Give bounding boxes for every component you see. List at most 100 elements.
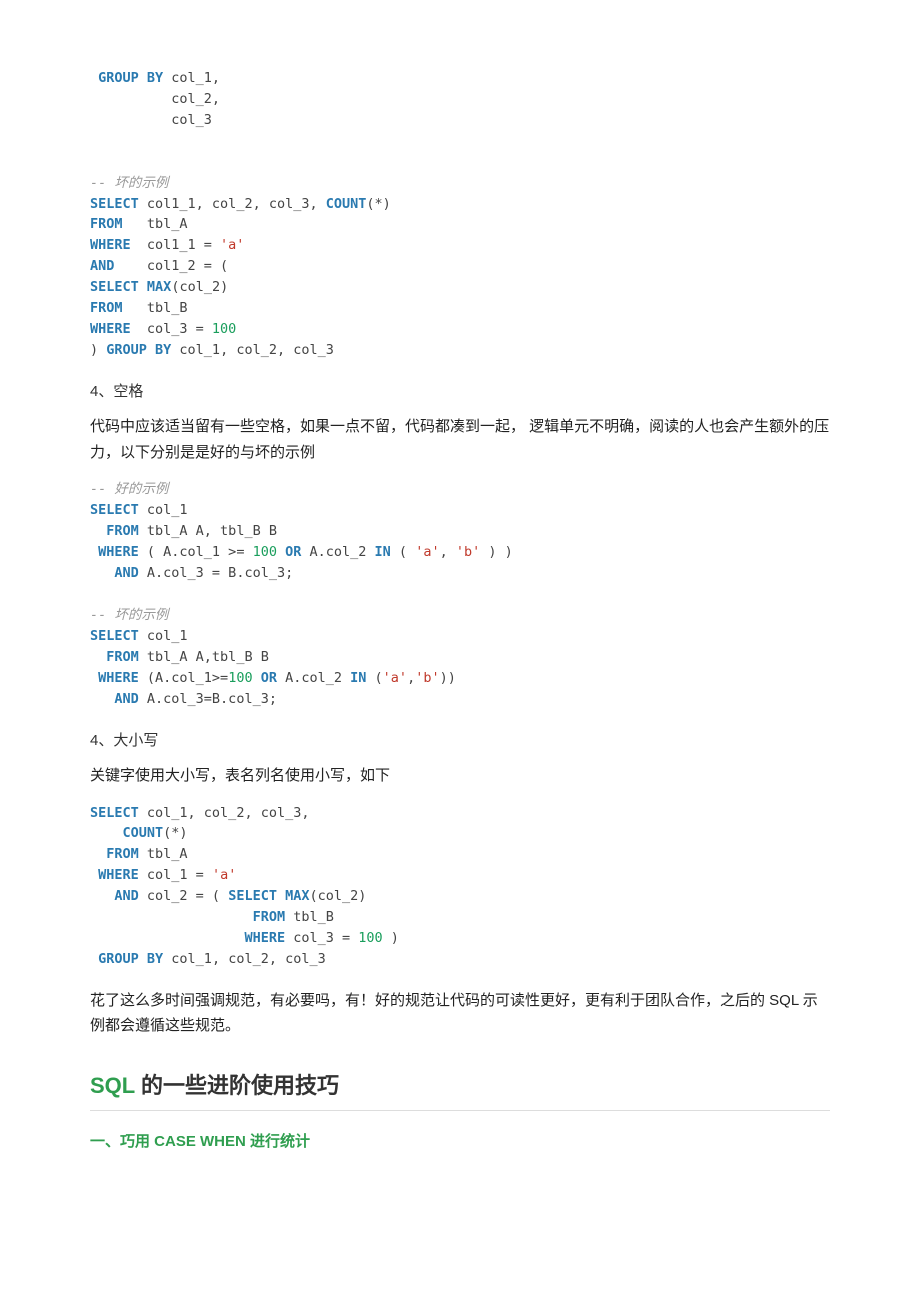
kw: IN: [350, 670, 366, 686]
kw: WHERE: [98, 670, 139, 686]
code-text: A.col_3=B.col_3;: [139, 691, 277, 707]
sp: [277, 888, 285, 904]
code-text: col1_2 = (: [114, 258, 228, 274]
kw: FROM: [106, 649, 139, 665]
code-text: col_3 =: [131, 321, 212, 337]
kw: FROM: [90, 300, 123, 316]
sp: [90, 888, 114, 904]
code-text: (col_2): [171, 279, 228, 295]
code-text: (*): [366, 196, 390, 212]
code-text: col_2,: [90, 91, 220, 107]
paragraph-case: 关键字使用大小写，表名列名使用小写，如下: [90, 763, 830, 789]
kw: FROM: [106, 523, 139, 539]
code-text: ( A.col_1 >=: [139, 544, 253, 560]
code-text: A.col_2: [301, 544, 374, 560]
code-text: )): [440, 670, 456, 686]
sp: [90, 565, 114, 581]
sp: [90, 867, 98, 883]
kw: SELECT: [90, 196, 139, 212]
string: 'a': [383, 670, 407, 686]
kw: WHERE: [90, 237, 131, 253]
kw: AND: [90, 258, 114, 274]
kw: AND: [114, 888, 138, 904]
paragraph-spaces: 代码中应该适当留有一些空格，如果一点不留，代码都凑到一起， 逻辑单元不明确，阅读…: [90, 414, 830, 465]
kw: MAX: [147, 279, 171, 295]
string: 'b': [456, 544, 480, 560]
code-text: (A.col_1>=: [139, 670, 228, 686]
sp: [90, 649, 106, 665]
subsection-case-when: 一、巧用 CASE WHEN 进行统计: [90, 1129, 830, 1155]
code-text: ,: [407, 670, 415, 686]
kw: SELECT: [90, 502, 139, 518]
sp: [90, 670, 98, 686]
comment: -- 坏的示例: [90, 607, 168, 623]
comment: -- 好的示例: [90, 481, 168, 497]
sp: [277, 544, 285, 560]
code-text: A.col_3 = B.col_3;: [139, 565, 293, 581]
code-text: col_1: [139, 502, 188, 518]
code-block-1: GROUP BY col_1, col_2, col_3 -- 坏的示例 SEL…: [90, 68, 830, 361]
heading-accent: SQL: [90, 1073, 141, 1098]
kw: GROUP BY: [98, 951, 163, 967]
string: 'a': [212, 867, 236, 883]
code-text: col_3 =: [285, 930, 358, 946]
kw: WHERE: [98, 867, 139, 883]
sp: [90, 846, 106, 862]
kw: IN: [375, 544, 391, 560]
code-text: col_1, col_2, col_3,: [139, 805, 310, 821]
kw: GROUP BY: [90, 70, 163, 86]
code-text: ): [383, 930, 399, 946]
sp: [90, 909, 253, 925]
kw: COUNT: [123, 825, 164, 841]
kw: FROM: [90, 216, 123, 232]
kw: OR: [285, 544, 301, 560]
string: 'a': [220, 237, 244, 253]
code-text: tbl_A: [123, 216, 188, 232]
sp: [90, 930, 244, 946]
sp: [139, 279, 147, 295]
number: 100: [253, 544, 277, 560]
sp: [90, 825, 123, 841]
code-text: (col_2): [310, 888, 367, 904]
code-text: col_2 = (: [139, 888, 228, 904]
code-text: tbl_B: [123, 300, 188, 316]
sp: [90, 523, 106, 539]
kw: WHERE: [98, 544, 139, 560]
code-text: col_1, col_2, col_3: [171, 342, 334, 358]
comment: -- 坏的示例: [90, 175, 168, 191]
kw: MAX: [285, 888, 309, 904]
code-block-2: -- 好的示例 SELECT col_1 FROM tbl_A A, tbl_B…: [90, 479, 830, 709]
number: 100: [228, 670, 252, 686]
subheading-case: 4、大小写: [90, 728, 830, 754]
kw: OR: [261, 670, 277, 686]
sp: [253, 670, 261, 686]
code-text: col1_1 =: [131, 237, 220, 253]
kw: FROM: [106, 846, 139, 862]
number: 100: [212, 321, 236, 337]
code-text: ) ): [480, 544, 513, 560]
code-text: tbl_A A, tbl_B B: [139, 523, 277, 539]
paragraph-summary: 花了这么多时间强调规范，有必要吗，有！好的规范让代码的可读性更好，更有利于团队合…: [90, 988, 830, 1039]
heading-rest: 的一些进阶使用技巧: [141, 1073, 339, 1098]
code-text: col_3: [90, 112, 212, 128]
string: 'b': [415, 670, 439, 686]
kw: GROUP BY: [106, 342, 171, 358]
kw: SELECT: [90, 279, 139, 295]
code-text: tbl_A: [139, 846, 188, 862]
kw: FROM: [253, 909, 286, 925]
code-text: col_1,: [163, 70, 220, 86]
code-text: col_1: [139, 628, 188, 644]
sp: [90, 691, 114, 707]
code-text: A.col_2: [277, 670, 350, 686]
kw: SELECT: [228, 888, 277, 904]
kw: SELECT: [90, 805, 139, 821]
code-text: (: [391, 544, 415, 560]
kw: WHERE: [90, 321, 131, 337]
kw: AND: [114, 691, 138, 707]
number: 100: [358, 930, 382, 946]
kw: COUNT: [326, 196, 367, 212]
code-text: col_1, col_2, col_3: [163, 951, 326, 967]
code-block-3: SELECT col_1, col_2, col_3, COUNT(*) FRO…: [90, 803, 830, 970]
kw: SELECT: [90, 628, 139, 644]
kw: WHERE: [244, 930, 285, 946]
